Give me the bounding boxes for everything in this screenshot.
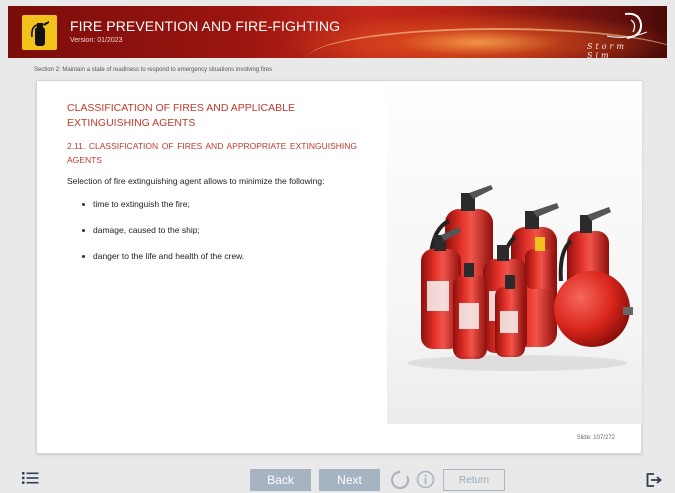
- bullet-list: time to extinguish the fire; damage, cau…: [67, 198, 357, 276]
- list-item: time to extinguish the fire;: [67, 198, 357, 224]
- list-item: damage, caused to the ship;: [67, 224, 357, 250]
- extinguisher-front-1: [453, 263, 487, 359]
- slide-card: CLASSIFICATION OF FIRES AND APPLICABLE E…: [36, 80, 642, 454]
- header-bar: FIRE PREVENTION AND FIRE-FIGHTING Versio…: [8, 6, 667, 58]
- list-item: danger to the life and health of the cre…: [67, 250, 357, 276]
- extinguisher-ball: [554, 271, 633, 347]
- slide-counter: Slide: 107/272: [576, 435, 615, 441]
- slide-heading: CLASSIFICATION OF FIRES AND APPLICABLE E…: [67, 102, 295, 129]
- fire-extinguishers-group-image: [387, 81, 642, 424]
- back-button[interactable]: Back: [250, 469, 311, 491]
- section-title: Section 2: Maintain a state of readiness…: [34, 67, 273, 73]
- slide-paragraph: Selection of fire extinguishing agent al…: [67, 176, 325, 186]
- next-button[interactable]: Next: [319, 469, 380, 491]
- exit-icon[interactable]: [646, 473, 662, 487]
- slide-text-column: CLASSIFICATION OF FIRES AND APPLICABLE E…: [67, 101, 357, 276]
- app-version: Version: 01/2023: [70, 37, 123, 44]
- return-button[interactable]: Return: [443, 469, 505, 491]
- app-title: FIRE PREVENTION AND FIRE-FIGHTING: [70, 18, 341, 34]
- brand-text: Storm Sim: [587, 42, 627, 58]
- info-icon[interactable]: [416, 470, 435, 489]
- reload-icon[interactable]: [390, 469, 410, 491]
- brand-logo: Storm Sim: [587, 10, 657, 58]
- fire-extinguisher-icon: [22, 15, 57, 50]
- slide-subheading: 2.11. CLASSIFICATION OF FIRES AND APPROP…: [67, 141, 357, 165]
- menu-list-icon[interactable]: [22, 471, 40, 485]
